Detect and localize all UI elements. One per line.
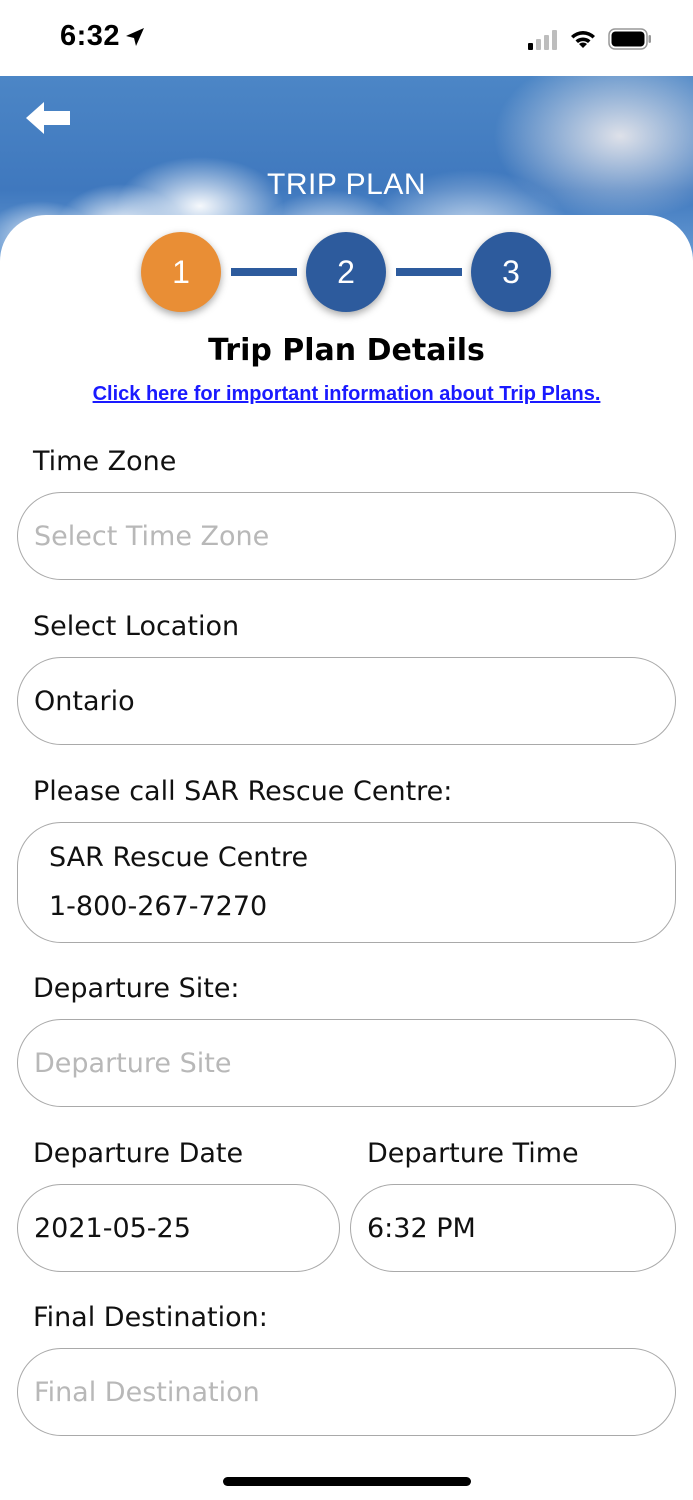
departure-time-input[interactable]: 6:32 PM <box>350 1184 676 1272</box>
step-3[interactable]: 3 <box>471 232 551 312</box>
cellular-signal-icon <box>528 30 557 50</box>
status-bar: 6:32 <box>0 0 693 78</box>
departure-site-input[interactable]: Departure Site <box>17 1019 676 1107</box>
time-zone-select[interactable]: Select Time Zone <box>17 492 676 580</box>
location-arrow-icon <box>126 28 144 46</box>
home-indicator <box>223 1477 471 1486</box>
departure-date-input[interactable]: 2021-05-25 <box>17 1184 340 1272</box>
back-arrow-icon[interactable] <box>24 98 72 138</box>
departure-date-label: Departure Date <box>33 1138 244 1169</box>
sar-phone-number[interactable]: 1-800-267-7270 <box>49 891 267 922</box>
step-2[interactable]: 2 <box>306 232 386 312</box>
location-label: Select Location <box>33 611 240 642</box>
page-title: TRIP PLAN <box>267 168 426 201</box>
sar-label: Please call SAR Rescue Centre: <box>33 776 453 807</box>
time-zone-label: Time Zone <box>33 446 177 477</box>
section-title: Trip Plan Details <box>208 333 485 368</box>
wifi-icon <box>571 31 595 48</box>
sar-centre-name: SAR Rescue Centre <box>49 842 309 873</box>
departure-time-label: Departure Time <box>367 1138 579 1169</box>
departure-site-label: Departure Site: <box>33 973 240 1004</box>
final-destination-input[interactable]: Final Destination <box>17 1348 676 1436</box>
sar-info-box: SAR Rescue Centre 1-800-267-7270 <box>17 822 676 943</box>
battery-icon <box>608 28 651 50</box>
location-select[interactable]: Ontario <box>17 657 676 745</box>
final-destination-label: Final Destination: <box>33 1302 268 1333</box>
stepper-connector <box>231 268 297 276</box>
status-time: 6:32 <box>60 20 121 52</box>
trip-plan-info-link[interactable]: Click here for important information abo… <box>0 383 693 406</box>
stepper-connector <box>396 268 462 276</box>
step-1[interactable]: 1 <box>141 232 221 312</box>
